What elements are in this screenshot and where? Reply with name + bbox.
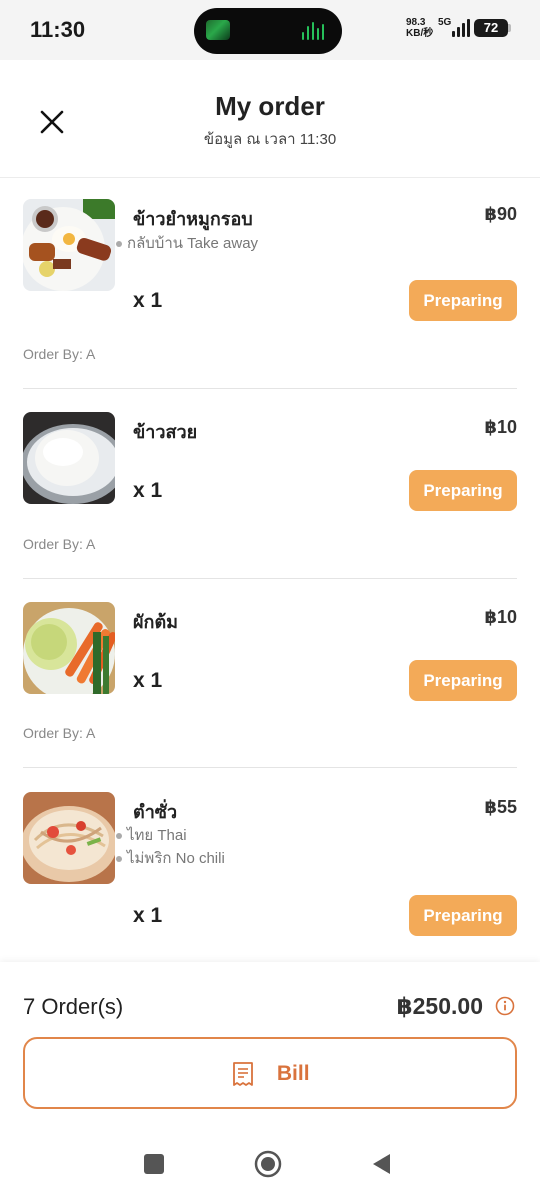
order-list[interactable]: ข้าวยำหมูกรอบ ฿90 กลับบ้าน Take away x 1… bbox=[0, 179, 540, 962]
item-quantity: x 1 bbox=[133, 669, 163, 692]
item-name: ข้าวยำหมูกรอบ bbox=[133, 209, 253, 229]
item-option-text: ไทย Thai bbox=[127, 827, 187, 844]
info-icon[interactable] bbox=[495, 996, 515, 1016]
battery-level: 72 bbox=[483, 20, 499, 35]
network-type: 5G bbox=[438, 17, 452, 28]
bill-label: Bill bbox=[276, 1062, 310, 1085]
dynamic-island bbox=[194, 8, 342, 54]
item-price: ฿55 bbox=[484, 797, 517, 817]
bullet-icon bbox=[116, 856, 122, 863]
divider bbox=[23, 767, 517, 768]
bill-button[interactable]: Bill bbox=[23, 1037, 517, 1109]
receipt-icon bbox=[233, 1062, 254, 1086]
order-by: Order By: A bbox=[23, 536, 96, 552]
status-preparing-button[interactable]: Preparing bbox=[409, 895, 517, 936]
battery-icon: 72 bbox=[474, 19, 508, 37]
order-item: ข้าวยำหมูกรอบ ฿90 กลับบ้าน Take away x 1… bbox=[0, 179, 540, 389]
now-playing-artwork bbox=[206, 20, 230, 40]
item-name: ผักต้ม bbox=[133, 612, 178, 632]
item-price: ฿90 bbox=[484, 204, 517, 224]
order-by: Order By: A bbox=[23, 346, 96, 362]
network-speed: 98.3 KB/秒 bbox=[406, 17, 433, 39]
order-header: My order ข้อมูล ณ เวลา 11:30 bbox=[0, 60, 540, 178]
order-by: Order By: A bbox=[23, 725, 96, 741]
item-option: กลับบ้าน Take away bbox=[116, 231, 258, 255]
item-option-text: ไม่พริก No chili bbox=[127, 850, 225, 867]
item-option: ไทย Thai bbox=[116, 823, 187, 847]
item-quantity: x 1 bbox=[133, 904, 163, 927]
order-total: ฿250.00 bbox=[396, 993, 483, 1019]
back-icon[interactable] bbox=[370, 1152, 394, 1176]
bullet-icon bbox=[116, 241, 122, 248]
status-preparing-button[interactable]: Preparing bbox=[409, 660, 517, 701]
order-item: ผักต้ม ฿10 x 1 Preparing Order By: A bbox=[0, 579, 540, 769]
network-speed-unit: KB/秒 bbox=[406, 28, 434, 39]
status-bar: 11:30 98.3 KB/秒 5G 72 bbox=[0, 0, 540, 60]
steamed-rice-photo bbox=[23, 412, 115, 504]
bullet-icon bbox=[116, 833, 122, 840]
status-preparing-button[interactable]: Preparing bbox=[409, 470, 517, 511]
page-title: My order bbox=[215, 91, 325, 121]
item-quantity: x 1 bbox=[133, 289, 163, 312]
audio-wave-icon bbox=[302, 22, 328, 40]
item-name: ตำซั่ว bbox=[133, 802, 178, 822]
signal-icon bbox=[452, 19, 470, 37]
item-option: ไม่พริก No chili bbox=[116, 846, 225, 870]
network-speed-value: 98.3 bbox=[406, 17, 426, 28]
item-option-text: กลับบ้าน Take away bbox=[127, 235, 259, 252]
item-quantity: x 1 bbox=[133, 479, 163, 502]
order-count: 7 Order(s) bbox=[23, 994, 124, 1019]
order-summary: 7 Order(s) ฿250.00 Bill bbox=[0, 962, 540, 1200]
home-icon[interactable] bbox=[254, 1150, 282, 1178]
item-price: ฿10 bbox=[484, 417, 517, 437]
order-item: ข้าวสวย ฿10 x 1 Preparing Order By: A bbox=[0, 389, 540, 579]
item-price: ฿10 bbox=[484, 607, 517, 627]
status-preparing-button[interactable]: Preparing bbox=[409, 280, 517, 321]
page-subtitle: ข้อมูล ณ เวลา 11:30 bbox=[203, 131, 337, 148]
boiled-vegetables-photo bbox=[23, 602, 115, 694]
item-name: ข้าวสวย bbox=[133, 422, 198, 442]
status-time: 11:30 bbox=[30, 17, 86, 42]
papaya-salad-photo bbox=[23, 792, 115, 884]
bill-button-content: Bill bbox=[25, 1061, 515, 1089]
order-item: ตำซั่ว ฿55 ไทย Thai ไม่พริก No chili x 1… bbox=[0, 769, 540, 962]
recent-apps-icon[interactable] bbox=[144, 1154, 164, 1174]
battery-cap bbox=[508, 24, 511, 32]
crispy-pork-rice-photo bbox=[23, 199, 115, 291]
